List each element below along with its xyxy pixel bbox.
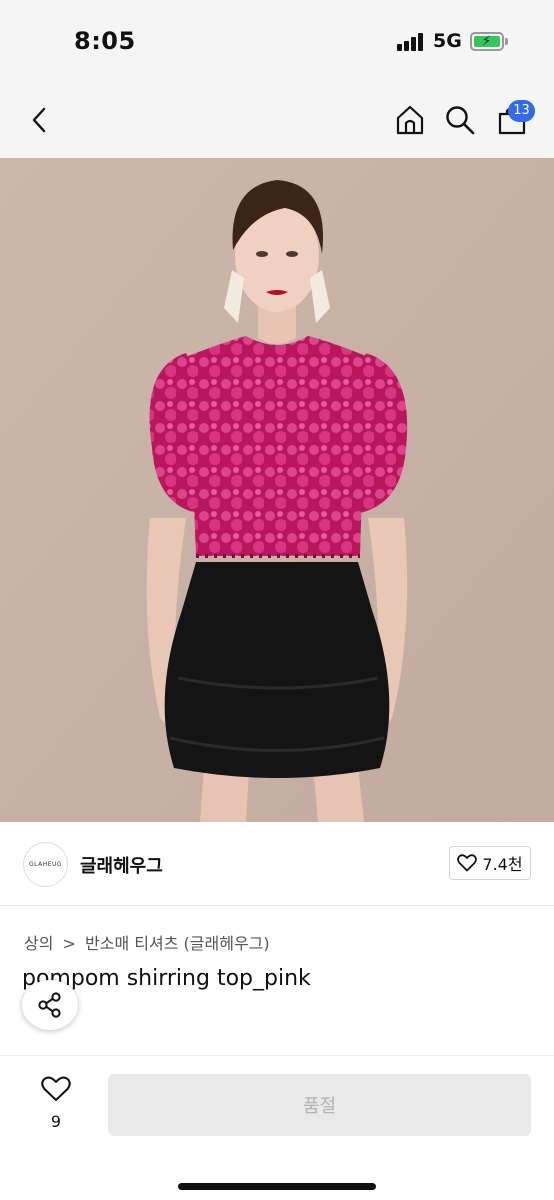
cart-badge: 13 — [508, 100, 535, 122]
product-image[interactable] — [0, 158, 554, 822]
home-indicator — [178, 1183, 376, 1190]
brand-row: GLAHEUG 글래헤우그 7.4천 — [0, 822, 554, 906]
wishlist-count: 9 — [50, 1112, 62, 1131]
breadcrumb-category[interactable]: 상의 — [24, 934, 53, 953]
share-button[interactable] — [22, 980, 78, 1030]
breadcrumb-separator: > — [62, 934, 76, 953]
home-button[interactable] — [390, 100, 430, 140]
home-icon — [396, 105, 424, 135]
back-button[interactable] — [20, 100, 60, 140]
heart-outline-icon — [457, 854, 478, 872]
battery-icon: ⚡ — [470, 32, 508, 51]
share-icon — [38, 992, 61, 1018]
breadcrumb: 상의 > 반소매 티셔츠 (글래헤우그) — [24, 930, 274, 954]
brand-logo[interactable]: GLAHEUG — [23, 842, 68, 887]
brand-name[interactable]: 글래헤우그 — [80, 852, 163, 878]
heart-outline-icon — [41, 1076, 71, 1101]
status-time: 8:05 — [74, 27, 136, 55]
brand-like-count: 7.4천 — [482, 855, 523, 874]
brand-like-button[interactable]: 7.4천 — [449, 846, 531, 880]
status-bar: 8:05 5G ⚡ — [0, 0, 554, 84]
breadcrumb-subcategory[interactable]: 반소매 티셔츠 (글래헤우그) — [85, 934, 270, 953]
search-button[interactable] — [440, 100, 480, 140]
product-photo — [0, 158, 554, 822]
nav-bar — [0, 84, 554, 158]
bottom-bar: 9 품절 — [0, 1055, 554, 1200]
search-icon — [446, 106, 475, 135]
network-label: 5G — [433, 30, 462, 52]
sold-out-button[interactable]: 품절 — [108, 1074, 531, 1136]
chevron-left-icon — [32, 107, 46, 133]
brand-logo-text: GLAHEUG — [28, 861, 63, 868]
signal-icon — [397, 33, 425, 51]
wishlist-button[interactable]: 9 — [34, 1076, 78, 1136]
